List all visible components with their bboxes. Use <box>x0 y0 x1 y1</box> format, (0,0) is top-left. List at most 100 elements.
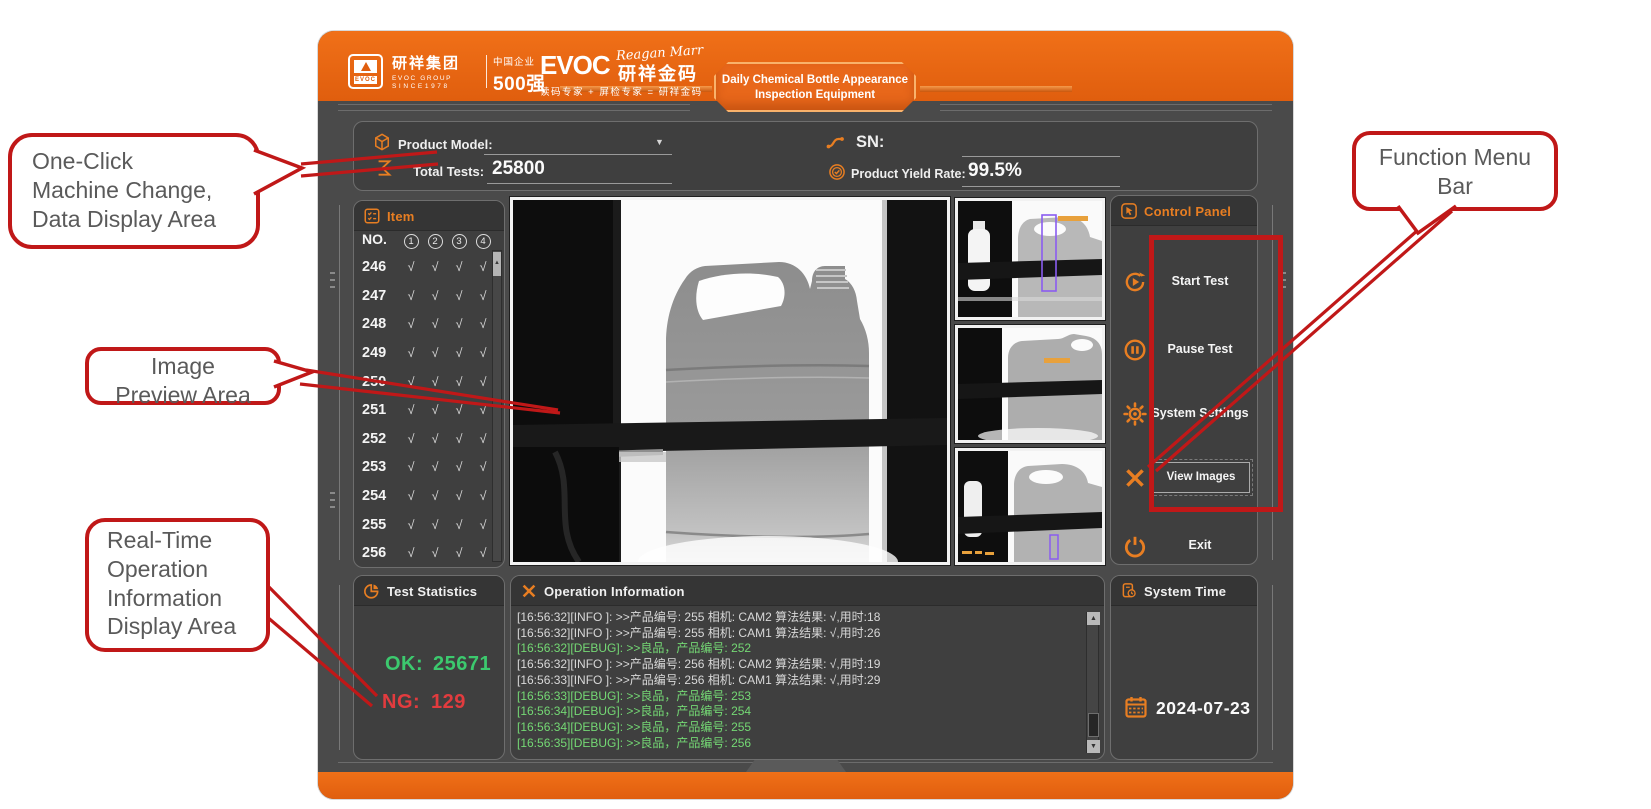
camera-preview-1[interactable] <box>955 198 1105 320</box>
item-row-number: 254 <box>357 488 399 504</box>
item-row: 246√√√√ <box>357 253 503 282</box>
log-line: [16:56:32][DEBUG]: >>良品，产品编号: 252 <box>517 641 1079 657</box>
power-icon <box>1122 533 1148 559</box>
item-row-number: 248 <box>357 316 399 332</box>
left-trim-lower <box>339 585 340 750</box>
circled-number-icon: 1 <box>404 234 419 249</box>
app-title-line1: Daily Chemical Bottle Appearance <box>716 73 914 88</box>
exit-label: Exit <box>1150 538 1250 552</box>
pause-icon <box>1122 337 1148 363</box>
item-col-cam-1: 1 <box>399 231 423 251</box>
logo-top500: 500强 <box>493 69 546 96</box>
system-time-header: System Time <box>1111 576 1257 606</box>
logo-box-text: EVOC <box>354 76 377 84</box>
main-image-preview <box>510 197 950 565</box>
operation-log-viewport[interactable]: [16:56:32][INFO ]: >>产品编号: 255 相机: CAM2 … <box>517 610 1079 756</box>
check-mark: √ <box>399 460 423 474</box>
check-mark: √ <box>447 375 471 389</box>
log-line: [16:56:32][INFO ]: >>产品编号: 256 相机: CAM2 … <box>517 657 1079 673</box>
item-row: 249√√√√ <box>357 339 503 368</box>
item-scrollbar-thumb[interactable]: ▲ <box>493 252 501 276</box>
item-col-cam-2: 2 <box>423 231 447 251</box>
sn-input[interactable] <box>962 133 1120 157</box>
checklist-icon <box>363 207 381 225</box>
check-mark: √ <box>399 489 423 503</box>
test-statistics-title: Test Statistics <box>387 584 477 599</box>
check-mark: √ <box>423 460 447 474</box>
logo-evoc-wordmark: EVOC <box>540 50 610 81</box>
ok-label: OK: <box>385 653 423 676</box>
window-footer <box>318 772 1293 799</box>
log-line: [16:56:35][DEBUG]: >>良品，产品编号: 256 <box>517 736 1079 752</box>
check-mark: √ <box>447 289 471 303</box>
check-mark: √ <box>447 260 471 274</box>
check-mark: √ <box>447 317 471 331</box>
sn-icon <box>824 131 848 155</box>
sn-label: SN: <box>856 133 884 152</box>
log-scrollbar-thumb[interactable] <box>1088 713 1099 737</box>
badge-wing-right <box>920 86 1072 92</box>
log-scroll-up-button[interactable]: ▲ <box>1087 612 1100 625</box>
check-mark: √ <box>423 317 447 331</box>
product-model-select[interactable] <box>484 131 672 155</box>
yield-rate-label: Product Yield Rate: <box>851 167 966 181</box>
item-row-number: 253 <box>357 459 399 475</box>
yield-rate-underline <box>962 160 1120 187</box>
right-trim-lower <box>1272 585 1273 750</box>
item-row-number: 256 <box>357 545 399 561</box>
callout-data-display-area: One-Click Machine Change, Data Display A… <box>8 133 260 249</box>
log-line: [16:56:33][DEBUG]: >>良品，产品编号: 253 <box>517 689 1079 705</box>
logo-group-block: 研祥集团 EVOC GROUP SINCE1978 <box>392 52 460 90</box>
exit-button[interactable]: Exit <box>1116 528 1256 564</box>
log-scrollbar[interactable]: ▲ ▼ <box>1086 612 1099 753</box>
callout-operation-info-area: Real-Time Operation Information Display … <box>85 518 270 652</box>
circled-number-icon: 4 <box>476 234 491 249</box>
check-mark: √ <box>399 346 423 360</box>
header-deco-line-left <box>338 104 690 105</box>
product-model-label: Product Model: <box>398 137 493 152</box>
system-date: 2024-07-23 <box>1156 698 1251 719</box>
log-line: [16:56:34][DEBUG]: >>良品，产品编号: 254 <box>517 704 1079 720</box>
logo-china-enterprise: 中国企业 <box>493 54 546 68</box>
item-row-number: 255 <box>357 517 399 533</box>
control-panel-title: Control Panel <box>1144 204 1231 219</box>
logo-group-en: EVOC GROUP <box>392 75 460 82</box>
item-row: 254√√√√ <box>357 482 503 511</box>
check-mark: √ <box>423 289 447 303</box>
bottle-photo <box>513 200 947 562</box>
log-line: [16:56:34][DEBUG]: >>良品，产品编号: 255 <box>517 720 1079 736</box>
check-mark: √ <box>423 346 447 360</box>
check-mark: √ <box>399 289 423 303</box>
system-time-panel: System Time <box>1110 575 1258 760</box>
item-row-number: 251 <box>357 402 399 418</box>
item-row: 247√√√√ <box>357 282 503 311</box>
item-table: 246√√√√247√√√√248√√√√249√√√√250√√√√251√√… <box>357 253 503 568</box>
check-mark: √ <box>447 489 471 503</box>
pie-chart-icon <box>363 582 381 600</box>
item-row-number: 249 <box>357 345 399 361</box>
item-row-number: 247 <box>357 288 399 304</box>
calendar-icon <box>1124 695 1148 719</box>
item-row: 252√√√√ <box>357 425 503 454</box>
ng-label: NG: <box>382 691 420 714</box>
check-mark: √ <box>399 518 423 532</box>
check-mark: √ <box>399 432 423 446</box>
file-clock-icon <box>1120 582 1138 600</box>
check-mark: √ <box>447 460 471 474</box>
close-icon <box>1122 465 1148 491</box>
check-mark: √ <box>423 403 447 417</box>
camera-preview-2[interactable] <box>955 325 1105 443</box>
check-mark: √ <box>399 546 423 560</box>
camera-preview-3[interactable] <box>955 448 1105 565</box>
item-row: 251√√√√ <box>357 396 503 425</box>
item-scrollbar[interactable] <box>492 250 502 562</box>
function-menu-highlight-box <box>1149 235 1283 512</box>
hand-pointer-icon <box>1120 202 1138 220</box>
check-mark: √ <box>423 260 447 274</box>
item-row: 253√√√√ <box>357 453 503 482</box>
item-row-number: 252 <box>357 431 399 447</box>
app-title-line2: Inspection Equipment <box>716 88 914 103</box>
item-row: 256√√√√ <box>357 539 503 568</box>
log-scroll-down-button[interactable]: ▼ <box>1087 740 1100 753</box>
log-line: [16:56:32][INFO ]: >>产品编号: 255 相机: CAM1 … <box>517 626 1079 642</box>
